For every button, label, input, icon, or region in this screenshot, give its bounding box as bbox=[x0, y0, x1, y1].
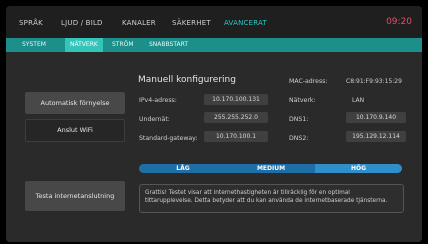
tab-security[interactable]: SÄKERHET bbox=[172, 19, 211, 27]
auto-renew-button[interactable]: Automatisk förnyelse bbox=[25, 92, 125, 114]
speed-result-message: Grattis! Testet visar att internethastig… bbox=[145, 190, 388, 204]
network-type-value: LAN bbox=[352, 97, 365, 104]
connect-wifi-button[interactable]: Anslut WiFi bbox=[25, 119, 125, 142]
mac-label: MAC-adress: bbox=[289, 78, 328, 85]
subtab-quickstart[interactable]: SNABBSTART bbox=[149, 38, 188, 52]
subtab-system[interactable]: SYSTEM bbox=[22, 38, 46, 52]
subnet-label: Undernät: bbox=[139, 116, 170, 123]
dns1-label: DNS1: bbox=[289, 116, 309, 123]
speed-high-segment: HÖG bbox=[315, 164, 402, 173]
tab-channels[interactable]: KANALER bbox=[122, 19, 156, 27]
clock: 09:20 bbox=[386, 17, 412, 27]
gateway-label: Standard-gateway: bbox=[139, 135, 198, 142]
tv-settings-screen: SPRÅK LJUD / BILD KANALER SÄKERHET AVANC… bbox=[0, 0, 428, 244]
speed-bar: LÅG MEDIUM HÖG bbox=[139, 164, 402, 173]
tab-advanced[interactable]: AVANCERAT bbox=[224, 19, 267, 27]
test-internet-button[interactable]: Testa internetanslutning bbox=[25, 181, 125, 211]
gateway-field[interactable]: 10.170.100.1 bbox=[204, 131, 268, 142]
main-menu-bar: SPRÅK LJUD / BILD KANALER SÄKERHET AVANC… bbox=[6, 6, 422, 38]
settings-window: SPRÅK LJUD / BILD KANALER SÄKERHET AVANC… bbox=[6, 6, 422, 242]
ipv4-field[interactable]: 10.170.100.131 bbox=[204, 94, 268, 105]
tab-language[interactable]: SPRÅK bbox=[19, 19, 43, 27]
sub-menu-bar: SYSTEM NÄTVERK STRÖM SNABBSTART bbox=[6, 38, 422, 52]
dns2-field[interactable]: 195.129.12.114 bbox=[346, 131, 406, 142]
mac-value: C8:91:F9:93:15:29 bbox=[346, 78, 402, 85]
subtab-network[interactable]: NÄTVERK bbox=[65, 38, 103, 52]
speed-result-box: Grattis! Testet visar att internethastig… bbox=[139, 184, 404, 213]
dns1-field[interactable]: 10.170.9.140 bbox=[346, 112, 406, 123]
tab-audio-video[interactable]: LJUD / BILD bbox=[61, 19, 103, 27]
dns2-label: DNS2: bbox=[289, 135, 309, 142]
manual-config-heading: Manuell konfigurering bbox=[138, 75, 236, 85]
subnet-field[interactable]: 255.255.252.0 bbox=[204, 112, 268, 123]
speed-medium-segment: MEDIUM bbox=[227, 164, 315, 173]
ipv4-label: IPv4-adress: bbox=[139, 97, 177, 104]
subtab-power[interactable]: STRÖM bbox=[112, 38, 134, 52]
speed-low-segment: LÅG bbox=[139, 164, 227, 173]
network-type-label: Nätverk: bbox=[289, 97, 316, 104]
